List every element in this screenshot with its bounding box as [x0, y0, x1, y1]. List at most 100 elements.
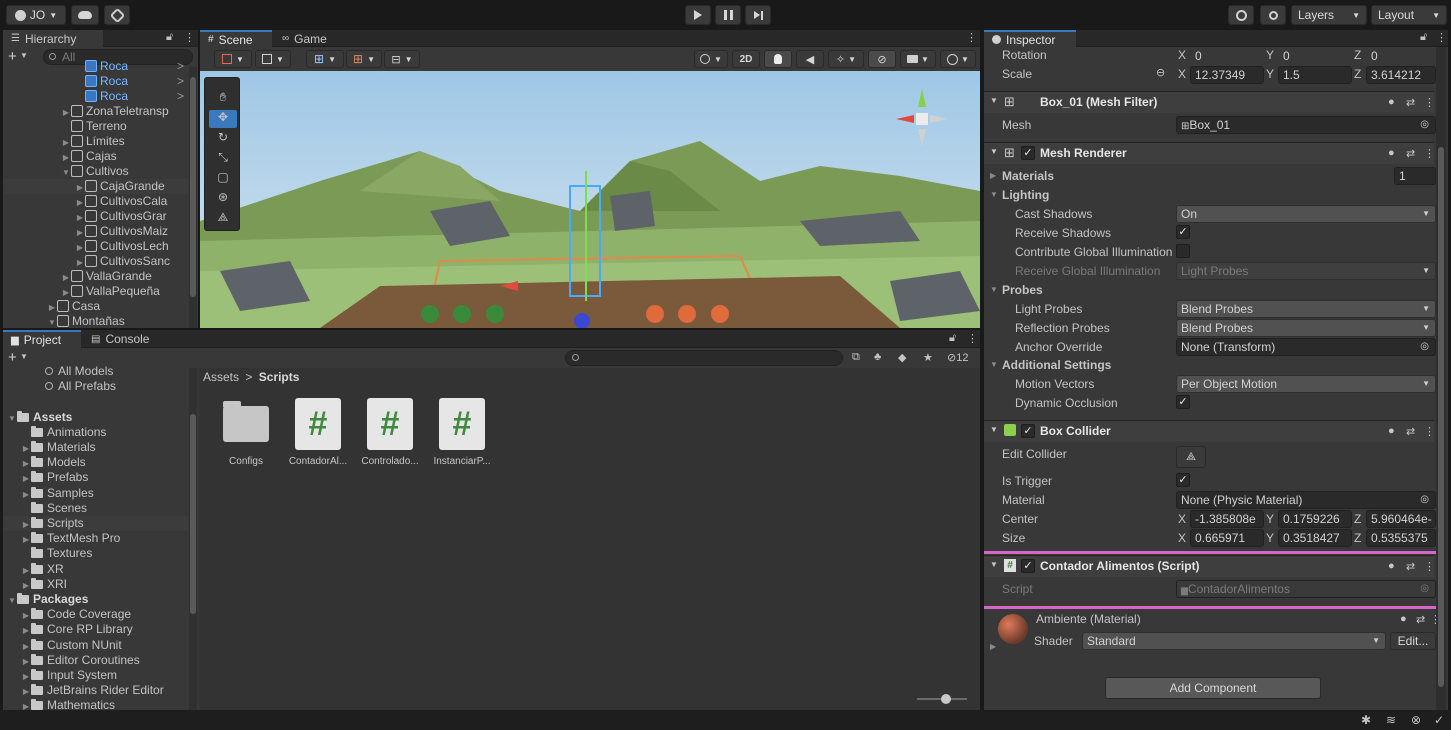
- folder-tree-item[interactable]: All Prefabs: [3, 379, 188, 394]
- layout-dropdown[interactable]: Layout ▼: [1371, 5, 1447, 25]
- layers-dropdown[interactable]: Layers ▼: [1291, 5, 1367, 25]
- receive-shadows-checkbox[interactable]: ✓: [1176, 225, 1190, 239]
- hand-tool-button[interactable]: ✋︎: [209, 90, 237, 108]
- asset-script-item[interactable]: # InstanciarP...: [429, 398, 495, 468]
- dynamic-occlusion-checkbox[interactable]: ✓: [1176, 395, 1190, 409]
- scale-tool-button[interactable]: ⤡: [209, 150, 237, 168]
- folder-tree-item[interactable]: ▶ Editor Coroutines: [3, 653, 188, 668]
- expand-right-icon[interactable]: ▶: [75, 195, 85, 209]
- more-icon[interactable]: ⋮: [1424, 147, 1435, 160]
- hierarchy-item[interactable]: ▶ CultivosMaiz: [3, 224, 188, 239]
- presets-icon[interactable]: ⇄: [1406, 147, 1415, 160]
- hierarchy-item[interactable]: Roca >: [3, 89, 188, 104]
- expand-right-icon[interactable]: ▶: [21, 669, 31, 683]
- hierarchy-item[interactable]: ▶ Casa: [3, 299, 188, 314]
- add-component-button[interactable]: Add Component: [1105, 677, 1321, 699]
- edit-shader-button[interactable]: Edit...: [1390, 632, 1436, 650]
- chevron-right-icon[interactable]: >: [177, 59, 184, 74]
- hierarchy-item[interactable]: Roca >: [3, 59, 188, 74]
- materials-label[interactable]: Materials: [1002, 169, 1054, 183]
- rotate-tool-button[interactable]: ↻: [209, 130, 237, 148]
- expand-right-icon[interactable]: ▶: [21, 639, 31, 653]
- light-probes-dropdown[interactable]: Blend Probes: [1176, 300, 1436, 318]
- materials-count-field[interactable]: 1: [1394, 167, 1436, 185]
- check-icon[interactable]: ✓: [1434, 713, 1444, 727]
- expand-down-icon[interactable]: ▼: [7, 593, 17, 607]
- foldout-arrow-icon[interactable]: ▼: [990, 285, 998, 294]
- help-icon[interactable]: ●: [1388, 147, 1395, 159]
- size-z-field[interactable]: 0.5355375: [1366, 529, 1436, 547]
- object-picker-icon[interactable]: ◎: [1420, 339, 1429, 355]
- expand-down-icon[interactable]: ▼: [61, 165, 71, 179]
- expand-right-icon[interactable]: ▶: [21, 563, 31, 577]
- hierarchy-item[interactable]: ▶ VallaPequeña: [3, 284, 188, 299]
- bug-icon[interactable]: ✱: [1361, 713, 1371, 727]
- chevron-right-icon[interactable]: >: [177, 74, 184, 89]
- chevron-down-icon[interactable]: ▼: [20, 352, 28, 361]
- effects-dropdown[interactable]: ✧ ▼: [828, 50, 864, 68]
- more-icon[interactable]: ⋮: [1436, 31, 1447, 44]
- folder-tree-item[interactable]: ▶ XRI: [3, 577, 188, 592]
- hierarchy-item[interactable]: ▶ CultivosLech: [3, 239, 188, 254]
- folder-tree-item[interactable]: ▶ TextMesh Pro: [3, 531, 188, 546]
- foldout-arrow-icon[interactable]: ▶: [990, 171, 996, 180]
- folder-tree-item[interactable]: Textures: [3, 546, 188, 561]
- scroll-thumb[interactable]: [190, 77, 196, 297]
- lock-icon[interactable]: 🔓︎: [1420, 31, 1427, 44]
- motion-vectors-dropdown[interactable]: Per Object Motion: [1176, 375, 1436, 393]
- probes-label[interactable]: Probes: [1002, 283, 1043, 297]
- folder-tree-item[interactable]: ▶ JetBrains Rider Editor: [3, 683, 188, 698]
- scroll-thumb[interactable]: [190, 414, 196, 614]
- more-icon[interactable]: ⋮: [966, 31, 977, 44]
- history-button[interactable]: [1228, 5, 1254, 25]
- hidden-packages-toggle[interactable]: ⊘12: [947, 351, 968, 364]
- hierarchy-item[interactable]: ▶ VallaGrande: [3, 269, 188, 284]
- slider-thumb[interactable]: [941, 694, 951, 704]
- cloud-button[interactable]: [71, 5, 99, 25]
- grid-snap-dropdown[interactable]: ⊞ ▼: [306, 50, 344, 68]
- folder-tree-item[interactable]: ▶ Core RP Library: [3, 622, 188, 637]
- hierarchy-item[interactable]: ▶ Cajas: [3, 149, 188, 164]
- expand-right-icon[interactable]: ▶: [75, 240, 85, 254]
- hierarchy-item[interactable]: ▶ CultivosSanc: [3, 254, 188, 269]
- hierarchy-scrollbar[interactable]: [189, 67, 197, 328]
- foldout-arrow-icon[interactable]: ▼: [990, 147, 998, 156]
- expand-down-icon[interactable]: ▼: [47, 315, 57, 328]
- is-trigger-checkbox[interactable]: ✓: [1176, 473, 1190, 487]
- tab-hierarchy[interactable]: ☰ Hierarchy: [3, 30, 103, 47]
- rect-tool-button[interactable]: ▢: [209, 170, 237, 188]
- folder-tree-item[interactable]: All Models: [3, 364, 188, 379]
- hierarchy-item[interactable]: Roca >: [3, 74, 188, 89]
- transform-tool-button[interactable]: ⊛: [209, 190, 237, 208]
- hierarchy-item[interactable]: ▶ CultivosCala: [3, 194, 188, 209]
- lock-icon[interactable]: 🔓︎: [166, 31, 173, 44]
- orientation-gizmo[interactable]: [890, 85, 954, 149]
- camera-dropdown[interactable]: ▼: [900, 50, 936, 68]
- expand-right-icon[interactable]: ▶: [21, 654, 31, 668]
- icon-size-slider[interactable]: [917, 694, 967, 704]
- expand-right-icon[interactable]: ▶: [21, 456, 31, 470]
- label-filter-icon[interactable]: ◆: [898, 351, 906, 364]
- folder-tree-item[interactable]: ▼ Assets: [3, 410, 188, 425]
- expand-right-icon[interactable]: ▶: [61, 150, 71, 164]
- mesh-field[interactable]: ⊞Box_01 ◎: [1176, 116, 1436, 134]
- scene-viewport[interactable]: ✋︎ ✥ ↻ ⤡ ▢ ⊛ ⟁: [200, 71, 980, 328]
- mesh-renderer-header[interactable]: ▼ ⊞ ✓ Mesh Renderer ● ⇄ ⋮: [984, 142, 1435, 164]
- object-picker-icon[interactable]: ◎: [1420, 492, 1429, 508]
- hierarchy-item[interactable]: ▼ Montañas: [3, 314, 188, 328]
- inspector-scrollbar[interactable]: [1436, 47, 1446, 710]
- rotation-y-field[interactable]: 0: [1278, 47, 1352, 65]
- align-dropdown[interactable]: ⊟ ▼: [384, 50, 420, 68]
- tab-game[interactable]: ∞ Game: [274, 30, 344, 47]
- help-icon[interactable]: ●: [1388, 425, 1395, 437]
- chevron-right-icon[interactable]: >: [177, 89, 184, 104]
- draw-mode-dropdown[interactable]: ▼: [214, 50, 252, 68]
- expand-right-icon[interactable]: ▶: [21, 608, 31, 622]
- layers-icon[interactable]: ≋: [1386, 713, 1396, 727]
- lighting-label[interactable]: Lighting: [1002, 188, 1049, 202]
- foldout-arrow-icon[interactable]: ▼: [990, 360, 998, 369]
- folder-tree-item[interactable]: ▶ Samples: [3, 486, 188, 501]
- presets-icon[interactable]: ⇄: [1406, 425, 1415, 438]
- expand-right-icon[interactable]: ▶: [75, 255, 85, 269]
- folder-tree-item[interactable]: Animations: [3, 425, 188, 440]
